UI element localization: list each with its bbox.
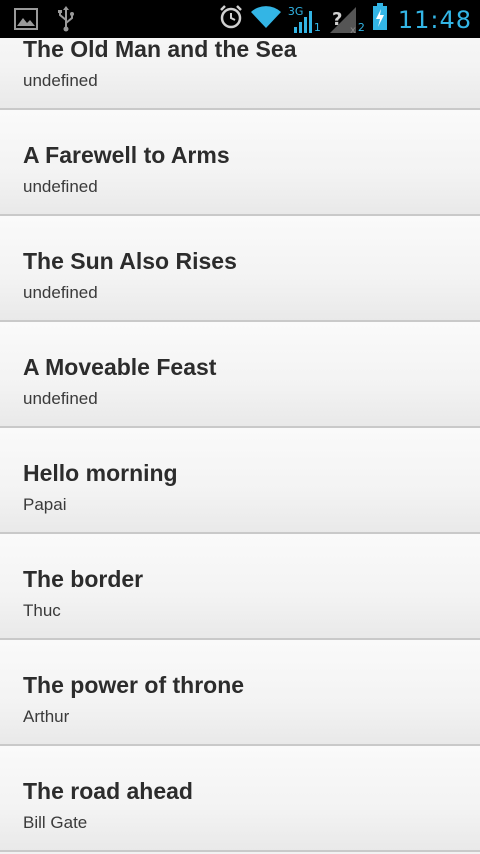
book-title: The Sun Also Rises <box>23 248 237 274</box>
wifi-icon <box>250 4 282 35</box>
book-title: The road ahead <box>23 778 193 804</box>
list-item[interactable]: Hello morning Papai <box>0 428 480 534</box>
sim1-label: 1 <box>313 20 321 34</box>
sim2-label: 2 <box>357 20 365 34</box>
book-list: The Old Man and the Sea undefined A Fare… <box>0 4 480 854</box>
book-author: undefined <box>23 283 98 302</box>
usb-icon <box>56 6 76 37</box>
list-item[interactable]: The road ahead Bill Gate <box>0 746 480 852</box>
book-author: undefined <box>23 389 98 408</box>
svg-text:x: x <box>350 25 356 35</box>
book-title: The power of throne <box>23 672 245 698</box>
screen: 3G 1 ? x 2 11:48 The Old Man and the Sea… <box>0 0 480 854</box>
list-item[interactable]: The power of throne Arthur <box>0 640 480 746</box>
book-title: The border <box>23 566 144 592</box>
list-item[interactable]: A Farewell to Arms undefined <box>0 110 480 216</box>
battery-charging-icon <box>372 3 388 36</box>
signal-icon: 3G 1 <box>288 5 322 35</box>
book-author: Thuc <box>23 601 61 620</box>
picture-icon <box>14 8 38 35</box>
alarm-icon <box>218 4 244 35</box>
list-item[interactable]: The Sun Also Rises undefined <box>0 216 480 322</box>
book-author: Bill Gate <box>23 813 88 832</box>
book-title: A Moveable Feast <box>23 354 217 380</box>
svg-text:?: ? <box>332 9 342 30</box>
list-item[interactable]: A Moveable Feast undefined <box>0 322 480 428</box>
no-sim-signal-icon: ? x 2 <box>328 5 366 35</box>
book-list-inner: The Old Man and the Sea undefined A Fare… <box>0 4 480 852</box>
book-author: Papai <box>23 495 67 514</box>
book-author: Arthur <box>23 707 70 726</box>
book-title: A Farewell to Arms <box>23 142 230 168</box>
book-author: undefined <box>23 71 98 90</box>
book-author: undefined <box>23 177 98 196</box>
list-item[interactable]: The border Thuc <box>0 534 480 640</box>
book-title: The Old Man and the Sea <box>23 36 297 62</box>
status-time: 11:48 <box>397 5 472 34</box>
book-title: Hello morning <box>23 460 178 486</box>
status-bar: 3G 1 ? x 2 11:48 <box>0 0 480 38</box>
